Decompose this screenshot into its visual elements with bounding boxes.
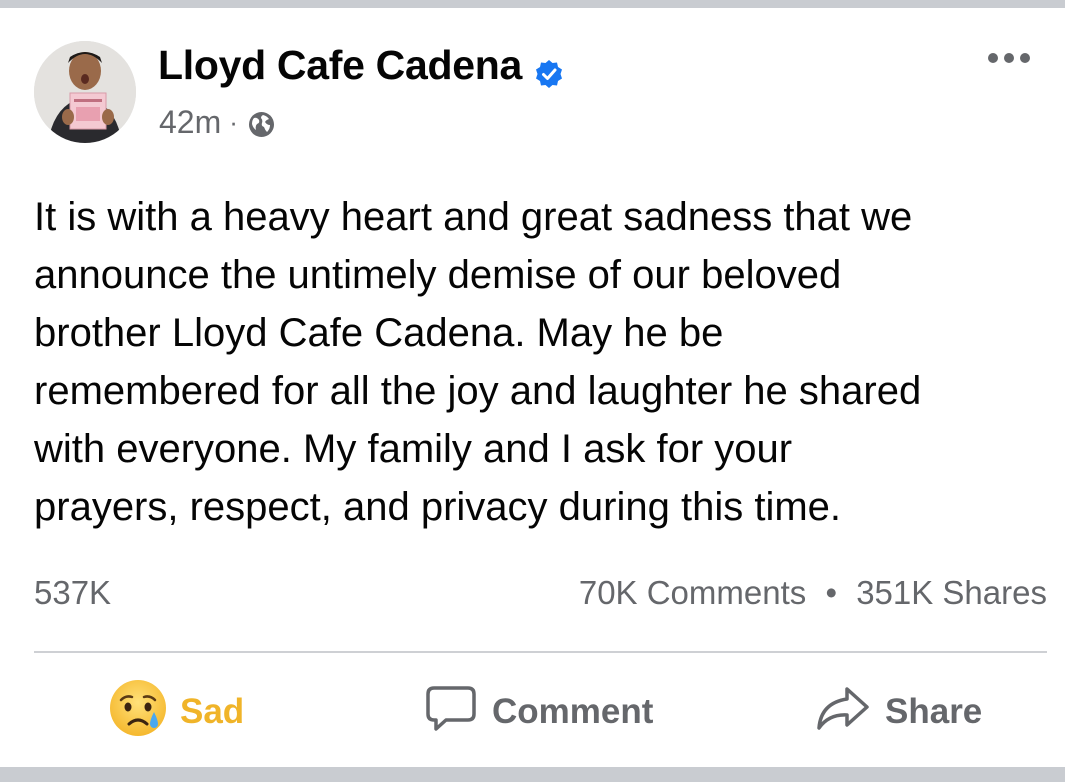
top-separator-bar — [0, 0, 1065, 8]
verified-badge-icon — [534, 52, 564, 88]
sad-reaction-button[interactable]: Sad — [108, 679, 245, 742]
share-button[interactable]: Share — [815, 682, 982, 742]
globe-icon[interactable] — [248, 109, 275, 137]
share-icon — [815, 683, 871, 742]
comment-button[interactable]: Comment — [424, 682, 653, 742]
bottom-separator-bar — [0, 767, 1065, 782]
avatar-photo — [34, 41, 136, 143]
post-text-line: announce the untimely demise of our belo… — [34, 253, 842, 297]
post-card: Lloyd Cafe Cadena 42m · It is with a hea… — [0, 0, 1065, 782]
engagement-stats: 70K Comments • 351K Shares — [579, 574, 1047, 612]
more-options-icon[interactable] — [984, 46, 1034, 70]
sad-reaction-label: Sad — [180, 692, 245, 731]
action-divider — [34, 651, 1047, 653]
stats-separator: • — [825, 574, 838, 611]
author-name[interactable]: Lloyd Cafe Cadena — [158, 42, 522, 89]
comment-label: Comment — [492, 692, 654, 731]
post-text-line: prayers, respect, and privacy during thi… — [34, 485, 842, 529]
share-label: Share — [885, 692, 983, 731]
post-text-line: It is with a heavy heart and great sadne… — [34, 195, 913, 239]
post-text-line: brother Lloyd Cafe Cadena. May he be — [34, 311, 724, 355]
meta-separator: · — [229, 107, 238, 137]
post-timestamp[interactable]: 42m — [159, 104, 221, 141]
post-meta: 42m · — [159, 104, 275, 141]
post-body: It is with a heavy heart and great sadne… — [34, 188, 1054, 536]
comment-icon — [424, 683, 478, 742]
page-name[interactable]: Lloyd Cafe Cadena — [158, 42, 564, 89]
avatar[interactable] — [34, 41, 136, 143]
reactions-count[interactable]: 537K — [34, 574, 111, 612]
sad-face-icon — [108, 678, 168, 747]
post-text-line: remembered for all the joy and laughter … — [34, 369, 922, 413]
shares-count[interactable]: 351K Shares — [856, 574, 1047, 611]
comments-count[interactable]: 70K Comments — [579, 574, 806, 611]
post-text-line: with everyone. My family and I ask for y… — [34, 427, 793, 471]
